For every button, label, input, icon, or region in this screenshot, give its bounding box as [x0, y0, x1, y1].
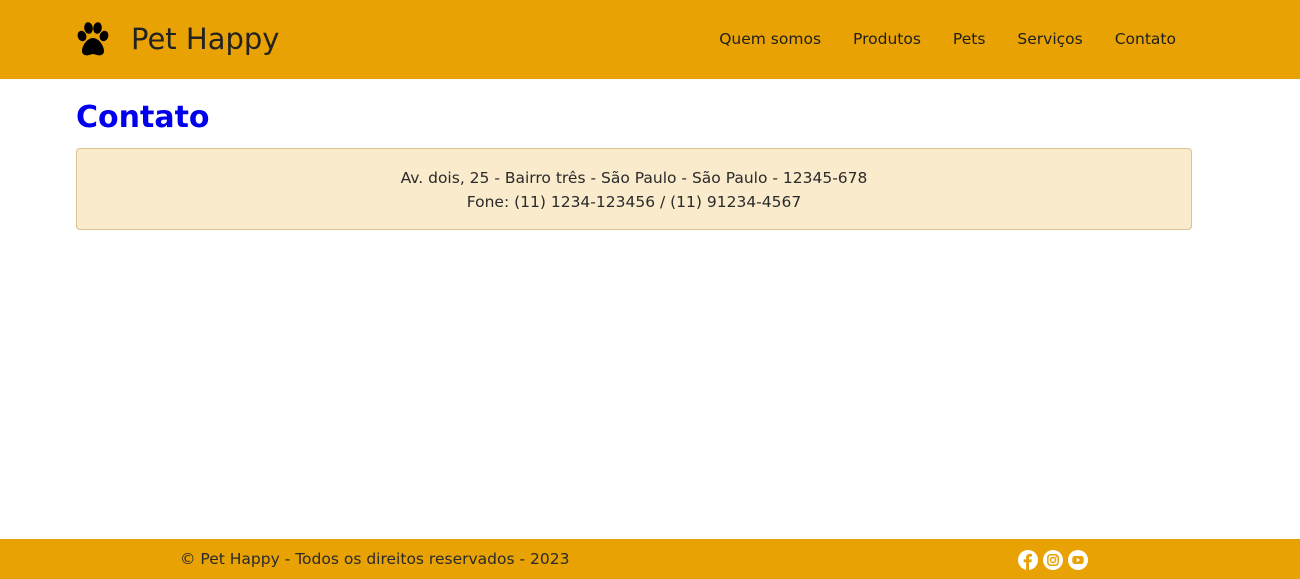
contact-address: Av. dois, 25 - Bairro três - São Paulo -…	[400, 169, 868, 187]
page-title: Contato	[76, 100, 210, 135]
nav-item-servicos[interactable]: Serviços	[1001, 26, 1098, 52]
navbar: Pet Happy Quem somos Produtos Pets Servi…	[0, 0, 1300, 79]
contact-card: Av. dois, 25 - Bairro três - São Paulo -…	[76, 148, 1192, 230]
paw-icon	[77, 22, 109, 56]
footer: © Pet Happy - Todos os direitos reservad…	[0, 539, 1300, 579]
nav-item-contato[interactable]: Contato	[1099, 26, 1192, 52]
social-links	[1018, 550, 1088, 570]
instagram-icon[interactable]	[1043, 550, 1063, 570]
facebook-icon[interactable]	[1018, 550, 1038, 570]
brand-link[interactable]: Pet Happy	[76, 18, 279, 60]
nav-item-quem-somos[interactable]: Quem somos	[703, 26, 837, 52]
copyright-text: © Pet Happy - Todos os direitos reservad…	[180, 550, 570, 568]
youtube-icon[interactable]	[1068, 550, 1088, 570]
nav-item-produtos[interactable]: Produtos	[837, 26, 937, 52]
contact-phone: Fone: (11) 1234-123456 / (11) 91234-4567	[466, 193, 802, 211]
nav-item-pets[interactable]: Pets	[937, 26, 1001, 52]
brand-name: Pet Happy	[131, 22, 280, 56]
main-nav: Quem somos Produtos Pets Serviços Contat…	[703, 26, 1192, 52]
